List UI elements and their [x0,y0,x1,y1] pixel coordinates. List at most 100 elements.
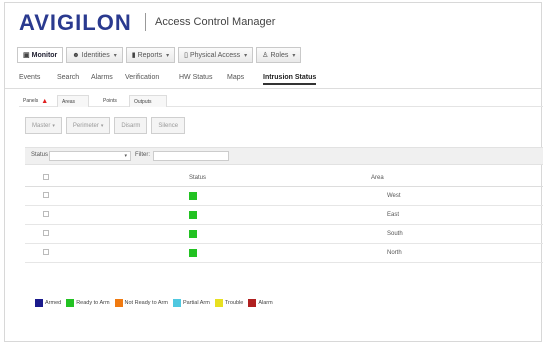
legend-alarm: Alarm [248,299,273,307]
legend-swatch [248,299,257,307]
nav-physical-access[interactable]: ▯ Physical Access ▾ [178,47,254,63]
tab-areas[interactable]: Areas [57,95,89,107]
app-header: AVIGILON Access Control Manager [5,3,541,41]
row-checkbox[interactable] [43,211,49,217]
tab-points[interactable]: Points [99,95,121,107]
area-name: North [387,250,402,256]
tab-panels-label: Panels [23,98,39,104]
nav-monitor[interactable]: ▣ Monitor [17,47,64,63]
legend-armed: Armed [35,299,61,307]
master-button-label: Master [32,122,51,129]
tab-points-label: Points [103,98,117,104]
nav-identities[interactable]: ☻ Identities ▾ [66,47,123,63]
nav-reports-label: Reports [137,51,163,59]
tab-panels[interactable]: Panels ▲ [19,95,55,107]
legend-label: Armed [45,300,62,306]
legend-swatch [172,299,181,307]
status-filter-label: Status [31,152,49,158]
select-all-checkbox[interactable] [43,174,49,180]
table-row[interactable]: North [25,244,543,263]
nav-roles-label: Roles [270,51,289,59]
disarm-button-label: Disarm [121,122,141,129]
chevron-down-icon: ▾ [244,52,248,59]
table-row[interactable]: East [25,206,543,225]
chevron-down-icon: ▾ [113,52,117,59]
sub-tabs: Events Search Alarms Verification HW Sta… [5,69,541,89]
door-icon: ▯ [184,52,188,59]
table-header: Status Area [25,169,543,187]
app-title: Access Control Manager [155,16,276,28]
status-indicator [189,211,197,219]
status-indicator [189,192,197,200]
tab-alarms[interactable]: Alarms [91,74,113,81]
perimeter-button[interactable]: Perimeter ▾ [65,117,111,134]
tab-outputs-label: Outputs [134,98,152,105]
legend-ready-to-arm: Ready to Arm [66,299,110,307]
tab-outputs[interactable]: Outputs [129,95,167,107]
header-divider [145,13,146,31]
tab-maps[interactable]: Maps [227,74,244,81]
legend-label: Alarm [258,300,273,306]
column-header-area[interactable]: Area [371,175,384,181]
row-checkbox[interactable] [43,192,49,198]
app-window: AVIGILON Access Control Manager ▣ Monito… [4,2,543,342]
chevron-down-icon: ▾ [100,122,104,129]
legend-swatch [35,299,43,307]
area-name: West [387,193,401,199]
silence-button[interactable]: Silence [151,117,186,134]
main-nav: ▣ Monitor ☻ Identities ▾ ▮ Reports ▾ ▯ P… [17,47,302,63]
chevron-down-icon: ▾ [166,52,170,59]
legend-trouble: Trouble [214,299,244,307]
panel-tabs: Panels ▲ Areas Points Outputs [19,95,543,107]
filter-bar: Status ▾ Filter: [25,147,543,165]
filter-input[interactable] [153,151,229,161]
nav-physical-access-label: Physical Access [189,51,241,59]
legend-swatch [66,299,75,307]
status-legend: Armed Ready to Arm Not Ready to Arm Part… [35,299,275,307]
roles-icon: ♙ [262,52,269,59]
nav-reports[interactable]: ▮ Reports ▾ [125,47,176,63]
tab-hw-status[interactable]: HW Status [179,74,212,81]
monitor-icon: ▣ [23,52,30,59]
table-row[interactable]: South [25,225,543,244]
legend-label: Ready to Arm [76,300,110,306]
master-button[interactable]: Master ▾ [25,117,62,134]
tab-events[interactable]: Events [19,74,40,81]
chevron-down-icon: ▾ [124,153,127,159]
nav-roles[interactable]: ♙ Roles ▾ [256,47,302,63]
tab-intrusion-status[interactable]: Intrusion Status [263,74,317,85]
tab-verification[interactable]: Verification [125,74,159,81]
row-checkbox[interactable] [43,249,49,255]
avigilon-logo: AVIGILON [19,10,132,35]
people-icon: ☻ [72,51,80,59]
table-row[interactable]: West [25,187,543,206]
status-indicator [189,249,197,257]
tab-search[interactable]: Search [57,74,79,81]
tab-areas-label: Areas [62,98,76,105]
chevron-down-icon: ▾ [292,52,296,59]
bar-chart-icon: ▮ [131,52,136,59]
disarm-button[interactable]: Disarm [114,117,148,134]
filter-label: Filter: [135,152,150,158]
legend-label: Not Ready to Arm [124,300,168,306]
row-checkbox[interactable] [43,230,49,236]
legend-swatch [114,299,123,307]
nav-monitor-label: Monitor [31,51,58,59]
status-indicator [189,230,197,238]
legend-label: Trouble [224,300,244,306]
warning-icon: ▲ [41,97,49,105]
areas-table: Status Area West East South North [25,169,543,263]
area-name: East [387,212,400,218]
intrusion-toolbar: Master ▾ Perimeter ▾ Disarm Silence [25,117,186,134]
chevron-down-icon: ▾ [52,122,55,129]
column-header-status[interactable]: Status [189,175,206,181]
area-name: South [387,231,403,237]
perimeter-button-label: Perimeter [72,122,99,129]
legend-label: Partial Arm [182,300,210,306]
silence-button-label: Silence [158,122,179,129]
status-select[interactable]: ▾ [49,151,131,161]
legend-swatch [214,299,223,307]
legend-not-ready-to-arm: Not Ready to Arm [114,299,168,307]
nav-identities-label: Identities [81,51,110,59]
legend-partial-arm: Partial Arm [172,299,210,307]
